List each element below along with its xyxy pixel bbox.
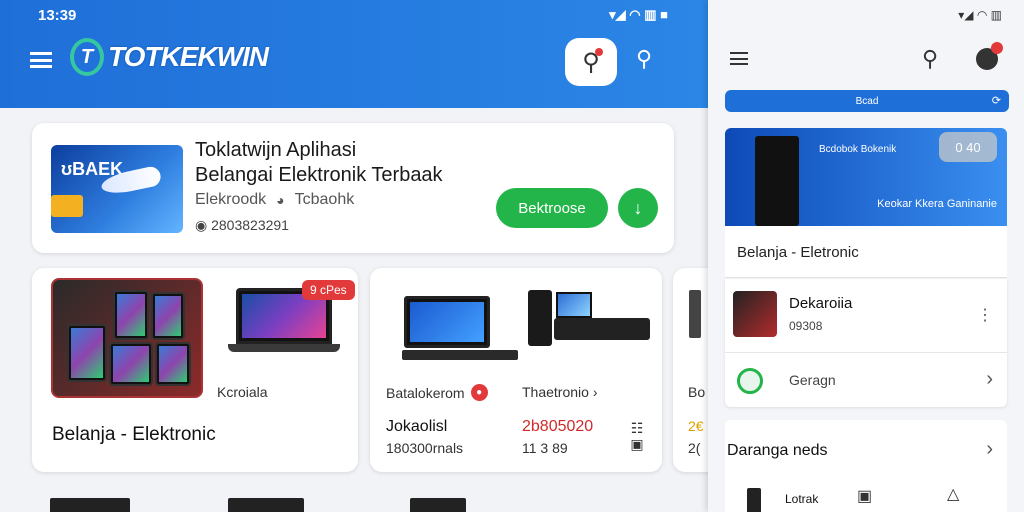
app-thumbnail: ʊBAEK bbox=[51, 145, 183, 233]
device-icon bbox=[689, 290, 701, 338]
panel-hero-banner[interactable]: Bcdobok Bokenik 0 40 Keokar Kkera Ganina… bbox=[725, 128, 1007, 226]
product-title: Belanja - Elektronic bbox=[52, 424, 216, 445]
green-app-icon bbox=[737, 368, 763, 394]
badge-icon bbox=[51, 195, 83, 217]
app-category: Elekroodk bbox=[195, 191, 267, 208]
phone-icon bbox=[747, 488, 761, 512]
refresh-icon[interactable]: ⟳ bbox=[992, 94, 1001, 107]
partial-label-b: 2€ bbox=[688, 418, 704, 434]
stand-icon: △ bbox=[947, 486, 960, 503]
tablet-icon bbox=[113, 290, 149, 340]
partial-label-a: Bo bbox=[688, 384, 706, 400]
panel-menu-icon[interactable] bbox=[730, 52, 748, 65]
notification-dot bbox=[991, 42, 1003, 54]
list-item[interactable]: Geragn › bbox=[725, 354, 1007, 407]
app-bar: 13:39 ▾◢ ◠ ▥ ■ T TOTKEKWIN ⚲ ⚲ bbox=[0, 0, 708, 108]
chevron-right-icon: › bbox=[986, 438, 993, 460]
download-button[interactable]: ↓ bbox=[618, 188, 658, 228]
panel-section[interactable]: Daranga neds › Lotrak ▣ △ bbox=[725, 420, 1007, 512]
more-vert-icon[interactable]: ⋮ bbox=[977, 305, 993, 325]
status-icons: ▾◢ ◠ ▥ ■ bbox=[609, 7, 668, 22]
location-icon[interactable]: ⚲ bbox=[636, 46, 652, 72]
product-label-b[interactable]: Thaetronio › bbox=[522, 384, 597, 400]
product-thumb bbox=[50, 498, 130, 512]
logo-mark-icon: T bbox=[70, 38, 104, 76]
product-price-sub: 11 3 89 bbox=[522, 440, 568, 456]
hero-pill[interactable]: 0 40 bbox=[939, 132, 997, 162]
list-item-sub: 09308 bbox=[789, 319, 823, 333]
alert-icon: ● bbox=[470, 384, 488, 401]
product-card-partial[interactable]: Bo 2€ 2( bbox=[673, 268, 708, 472]
hamburger-menu-icon[interactable] bbox=[30, 52, 52, 68]
product-sub: 180300rnals bbox=[386, 440, 464, 456]
app-meta: Elekroodk ◕ Tcbaohk bbox=[195, 191, 354, 209]
app-logo: T TOTKEKWIN bbox=[70, 38, 269, 76]
section-title: Daranga neds bbox=[727, 442, 828, 459]
avatar[interactable] bbox=[976, 42, 1003, 70]
hero-title: Belanja - Eletronic bbox=[725, 226, 1007, 278]
status-time: 13:39 bbox=[38, 6, 77, 24]
product-card-devices[interactable]: 9 cPes Kcroiala Belanja - Elektronic bbox=[32, 268, 358, 472]
panel-search-icon[interactable]: ⚲ bbox=[922, 46, 938, 72]
price-tag-badge: 9 cPes bbox=[302, 280, 355, 300]
product-small-label: Kcroiala bbox=[217, 384, 268, 400]
app-info-card[interactable]: ʊBAEK Toklatwijn Aplihasi Belangai Elekt… bbox=[32, 123, 674, 253]
product-label-a: Batalokerom ● bbox=[386, 384, 488, 401]
product-price: 2b805020 bbox=[522, 418, 594, 435]
developer-icon: ◕ bbox=[276, 192, 285, 208]
tablet-icon bbox=[67, 324, 107, 382]
logo-text: TOTKEKWIN bbox=[108, 41, 269, 72]
section-sub: Lotrak bbox=[785, 492, 819, 506]
tablet-icon bbox=[109, 342, 153, 386]
app-developer: Tcbaohk bbox=[294, 191, 355, 208]
product-name: Jokaolisl bbox=[386, 418, 448, 435]
list-item-title: Dekaroiia bbox=[789, 295, 853, 312]
pc-screen-icon bbox=[556, 292, 592, 318]
chevron-right-icon: › bbox=[986, 368, 993, 390]
bottom-row-peek bbox=[0, 486, 708, 512]
product-card-computers[interactable]: Batalokerom ● Thaetronio › Jokaolisl 180… bbox=[370, 268, 662, 472]
console-icon bbox=[554, 318, 650, 340]
notification-dot bbox=[595, 48, 603, 56]
panel-search-bar[interactable]: Bcad ⟳ bbox=[725, 90, 1009, 112]
pc-tower-icon bbox=[755, 136, 799, 226]
main-screen: 13:39 ▾◢ ◠ ▥ ■ T TOTKEKWIN ⚲ ⚲ ʊBAEK Tok… bbox=[0, 0, 708, 512]
product-thumb bbox=[228, 498, 304, 512]
pc-tower-icon bbox=[528, 290, 552, 346]
hero-caption: Bcdobok Bokenik bbox=[819, 144, 897, 155]
search-button[interactable]: ⚲ bbox=[565, 38, 617, 86]
app-title: Toklatwijn Aplihasi Belangai Elektronik … bbox=[195, 139, 443, 186]
calendar-icon[interactable]: ☷ ▣ bbox=[628, 420, 646, 452]
product-thumb bbox=[733, 291, 777, 337]
install-button[interactable]: Bektroose bbox=[496, 188, 608, 228]
partial-label-c: 2( bbox=[688, 440, 701, 456]
laptop-base bbox=[228, 344, 340, 352]
panel-status-bar: ▾◢ ◠ ▥ bbox=[958, 8, 1002, 22]
monitor-base bbox=[402, 350, 518, 360]
app-downloads: ◉ 2803823291 bbox=[195, 217, 289, 233]
download-icon: ↓ bbox=[633, 197, 643, 218]
monitor-icon bbox=[404, 296, 490, 348]
tablet-icon bbox=[151, 292, 185, 340]
tablet-icon bbox=[155, 342, 191, 386]
list-item-title: Geragn bbox=[789, 372, 836, 388]
devices-image bbox=[51, 278, 203, 398]
hero-tag: Keokar Kkera Ganinanie bbox=[877, 198, 997, 210]
list-item[interactable]: Dekaroiia 09308 ⋮ bbox=[725, 279, 1007, 353]
status-bar: 13:39 ▾◢ ◠ ▥ ■ bbox=[38, 6, 668, 24]
panel-list: Dekaroiia 09308 ⋮ Geragn › bbox=[725, 279, 1007, 407]
product-thumb bbox=[410, 498, 466, 512]
bag-icon: ▣ bbox=[857, 488, 873, 505]
side-panel: ▾◢ ◠ ▥ ⚲ Bcad ⟳ Bcdobok Bokenik 0 40 Keo… bbox=[708, 0, 1024, 512]
